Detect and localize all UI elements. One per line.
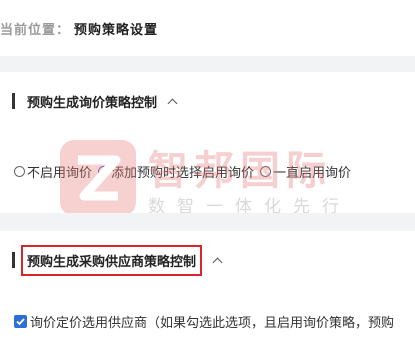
section-title-supplier: 预购生成采购供应商策略控制: [27, 254, 197, 270]
radio-button[interactable]: [14, 166, 25, 177]
supplier-checkbox-row[interactable]: 询价定价选用供应商（如果勾选此选项，且启用询价策略，预购: [0, 289, 415, 353]
inquiry-options: 不启用询价 添加预购时选择启用询价 一直启用询价: [0, 130, 415, 213]
checkmark-icon: [16, 317, 25, 325]
highlight-box: 预购生成采购供应商策略控制: [21, 244, 203, 276]
radio-label: 不启用询价: [27, 166, 93, 181]
section-bar: [12, 252, 15, 268]
section-header-inquiry[interactable]: 预购生成询价策略控制: [0, 72, 415, 131]
radio-button[interactable]: [260, 166, 272, 177]
radio-label: 添加预购时选择启用询价: [111, 166, 255, 181]
checkbox-label: 询价定价选用供应商（如果勾选此选项，且启用询价策略，预购: [30, 315, 395, 331]
section-title-inquiry: 预购生成询价策略控制: [27, 95, 158, 111]
section-bar: [12, 93, 15, 109]
chevron-up-icon[interactable]: [167, 98, 178, 108]
breadcrumb-prefix: 当前位置：: [0, 22, 71, 38]
breadcrumb: 当前位置： 预购策略设置: [0, 0, 415, 56]
radio-option-always-inquiry[interactable]: 一直启用询价: [260, 162, 351, 181]
radio-label: 一直启用询价: [273, 166, 352, 181]
section-divider: [0, 56, 415, 72]
checkbox[interactable]: [14, 314, 27, 328]
radio-option-select-on-add[interactable]: 添加预购时选择启用询价: [98, 162, 254, 181]
radio-button[interactable]: [98, 166, 110, 177]
section-header-supplier[interactable]: 预购生成采购供应商策略控制: [0, 231, 415, 290]
section-divider: [0, 213, 415, 231]
page-title: 预购策略设置: [74, 22, 159, 38]
radio-option-disable-inquiry[interactable]: 不启用询价: [14, 162, 92, 181]
chevron-up-icon[interactable]: [212, 257, 223, 267]
